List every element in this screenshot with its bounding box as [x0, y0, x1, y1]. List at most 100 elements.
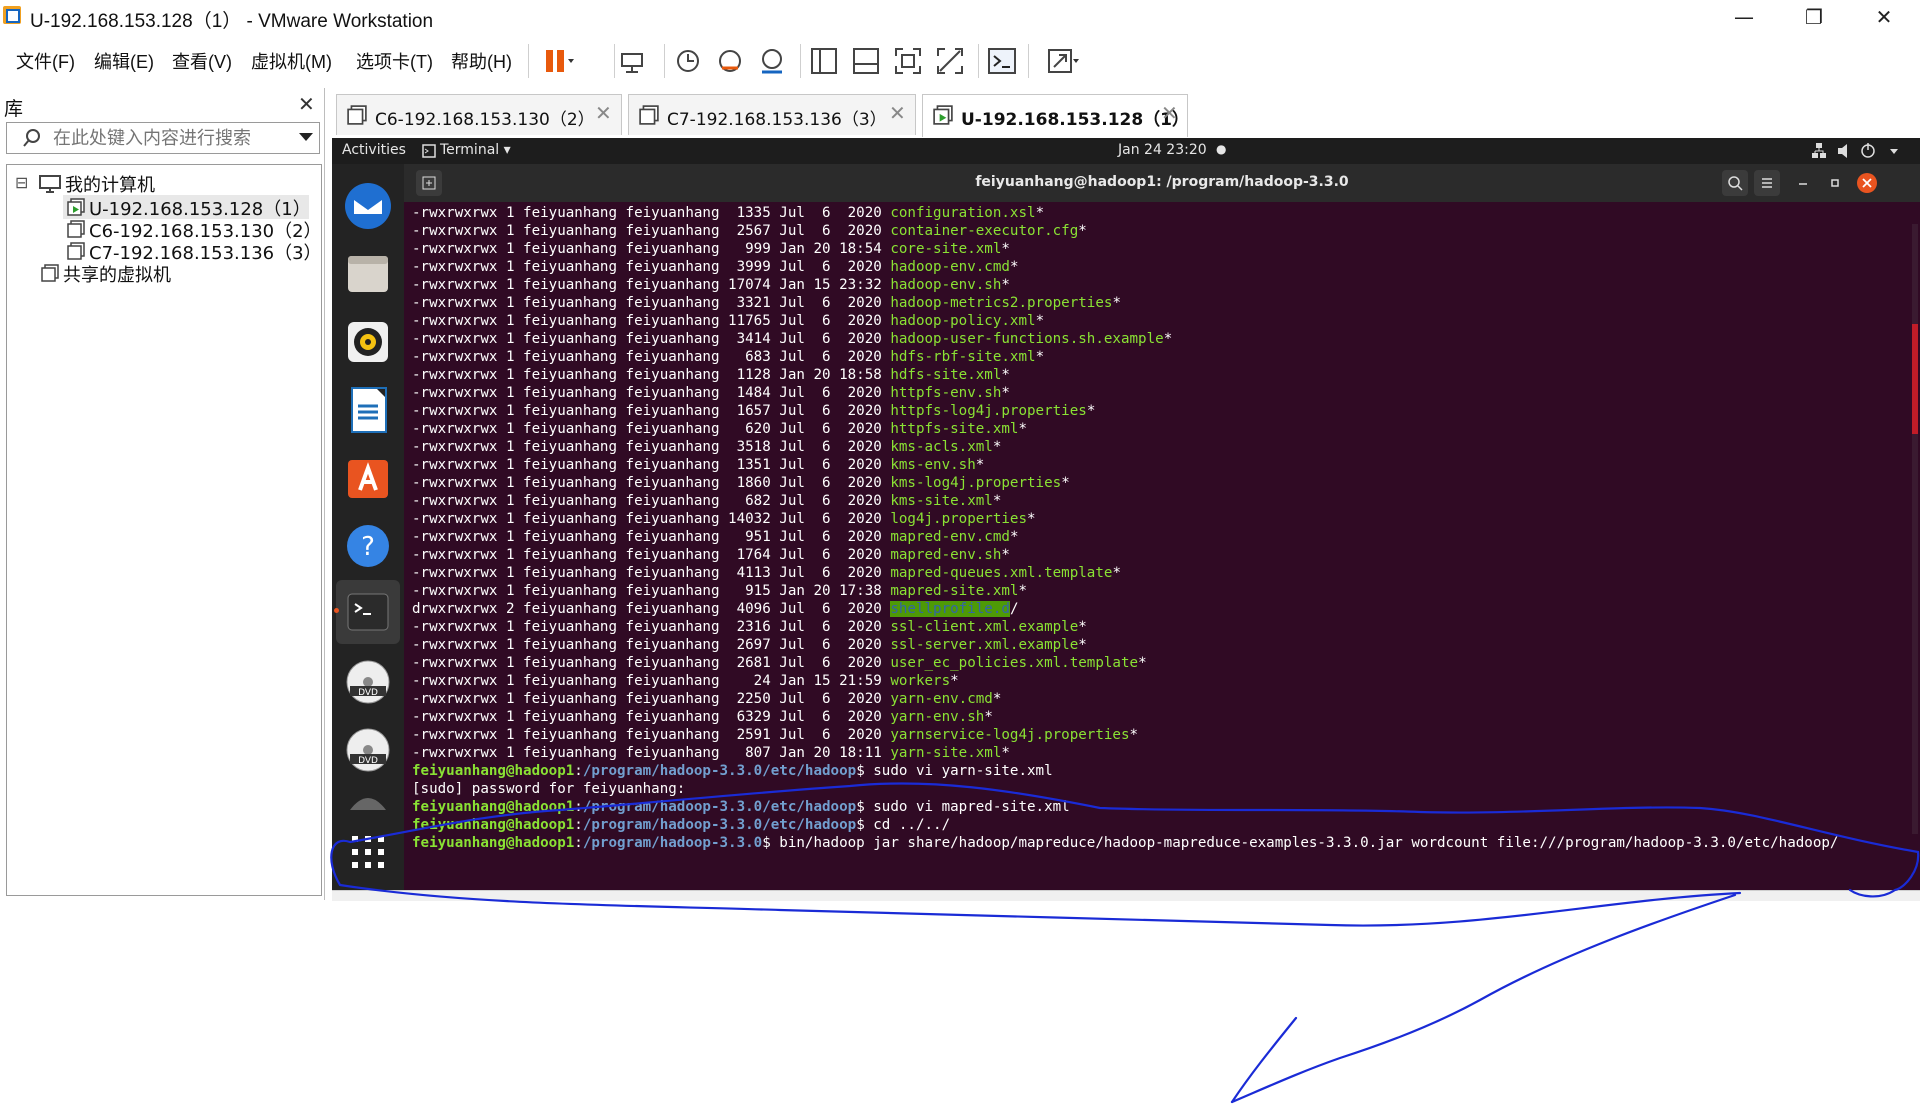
search-dropdown-arrow-icon[interactable] — [299, 133, 313, 141]
terminal-output[interactable]: -rwxrwxrwx 1 feiyuanhang feiyuanhang 133… — [412, 204, 1902, 854]
rhythmbox-icon[interactable] — [342, 316, 394, 368]
system-tray[interactable] — [1812, 141, 1908, 161]
tree-vm-c6[interactable]: C6-192.168.153.130（2） — [63, 217, 322, 242]
terminal-line: -rwxrwxrwx 1 feiyuanhang feiyuanhang 165… — [412, 402, 1902, 420]
file-name: mapred-site.xml — [890, 583, 1019, 599]
close-icon[interactable] — [1856, 172, 1878, 194]
close-window-button[interactable]: ✕ — [1852, 0, 1916, 34]
output-text: * output "export" — [412, 853, 566, 854]
vm-running-icon — [933, 105, 953, 125]
prompt-path: /program/hadoop-3.3.0 — [582, 835, 763, 851]
activities-button[interactable]: Activities — [342, 142, 406, 158]
shared-vm-icon — [41, 264, 59, 282]
tree-vm-u128[interactable]: U-192.168.153.128（1） — [63, 195, 311, 220]
terminal-app-icon — [422, 144, 436, 158]
terminal-header-bar: feiyuanhang@hadoop1: /program/hadoop-3.3… — [404, 164, 1920, 202]
menu-tabs[interactable]: 选项卡(T) — [356, 48, 433, 74]
show-applications-icon[interactable] — [342, 826, 394, 878]
file-name: hadoop-env.sh — [890, 277, 1002, 293]
snapshot-manager-icon[interactable] — [754, 44, 790, 78]
terminal-line: feiyuanhang@hadoop1:/program/hadoop-3.3.… — [412, 798, 1902, 816]
scrollbar-thumb[interactable] — [1912, 324, 1918, 434]
fullscreen-icon[interactable] — [890, 44, 926, 78]
library-search — [6, 122, 320, 154]
file-type-suffix: * — [1061, 475, 1070, 491]
tab-c7[interactable]: C7-192.168.153.136（3） ✕ — [628, 94, 916, 135]
file-name: ssl-server.xml.example — [890, 637, 1079, 653]
tree-shared-label: 共享的虚拟机 — [63, 265, 171, 286]
file-name: container-executor.cfg — [890, 223, 1079, 239]
file-meta: -rwxrwxrwx 1 feiyuanhang feiyuanhang 620… — [412, 421, 891, 437]
library-close-button[interactable]: ✕ — [298, 92, 315, 116]
snapshot-icon[interactable] — [670, 44, 706, 78]
file-type-suffix: * — [1112, 565, 1121, 581]
notification-dot: ● — [1216, 142, 1227, 156]
console-bottom-border — [332, 890, 1920, 901]
file-name: yarn-site.xml — [890, 745, 1002, 761]
library-search-input[interactable] — [51, 126, 275, 150]
file-name: kms-acls.xml — [890, 439, 993, 455]
file-name: mapred-queues.xml.template — [890, 565, 1113, 581]
dvd-icon[interactable]: DVD — [342, 724, 394, 776]
maximize-icon[interactable] — [1828, 176, 1842, 190]
terminal-icon[interactable] — [342, 586, 394, 638]
clock[interactable]: Jan 24 23:20 — [1118, 142, 1207, 158]
terminal-line: feiyuanhang@hadoop1:/program/hadoop-3.3.… — [412, 816, 1902, 834]
file-meta: -rwxrwxrwx 1 feiyuanhang feiyuanhang 683… — [412, 349, 891, 365]
menu-vm[interactable]: 虚拟机(M) — [251, 48, 332, 74]
ubuntu-software-icon[interactable] — [342, 452, 394, 504]
tab-close-button[interactable]: ✕ — [595, 101, 612, 125]
vm-console[interactable]: Activities Terminal ▾ Jan 24 23:20 ● ? D… — [332, 138, 1920, 890]
title-bar: U-192.168.153.128（1） - VMware Workstatio… — [0, 0, 1932, 34]
terminal-line: -rwxrwxrwx 1 feiyuanhang feiyuanhang 256… — [412, 222, 1902, 240]
prompt-separator: : — [574, 835, 583, 851]
help-icon[interactable]: ? — [342, 520, 394, 572]
send-keys-icon[interactable] — [614, 44, 650, 78]
unity-mode-icon[interactable] — [932, 44, 968, 78]
revert-snapshot-icon[interactable] — [712, 44, 748, 78]
tab-u128[interactable]: U-192.168.153.128（1） ✕ — [922, 94, 1189, 137]
terminal-scrollbar[interactable] — [1912, 224, 1918, 834]
tab-close-button[interactable]: ✕ — [889, 101, 906, 125]
tree-my-computer[interactable]: 我的计算机 — [65, 171, 155, 197]
stretch-icon[interactable] — [1044, 44, 1080, 78]
app-menu[interactable]: Terminal ▾ — [440, 142, 511, 158]
minimize-icon[interactable] — [1796, 176, 1810, 190]
restore-button[interactable]: ❐ — [1782, 0, 1846, 34]
dvd-icon[interactable]: DVD — [342, 656, 394, 708]
minimize-button[interactable]: — — [1712, 0, 1776, 34]
file-name: kms-site.xml — [890, 493, 993, 509]
file-type-suffix: * — [950, 673, 959, 689]
file-type-suffix: * — [1009, 529, 1019, 545]
menu-view[interactable]: 查看(V) — [172, 48, 232, 74]
terminal-window[interactable]: feiyuanhang@hadoop1: /program/hadoop-3.3… — [404, 164, 1920, 890]
file-meta: -rwxrwxrwx 1 feiyuanhang feiyuanhang 133… — [412, 205, 891, 221]
file-meta: -rwxrwxrwx 1 feiyuanhang feiyuanhang 256… — [412, 223, 891, 239]
prompt-user: feiyuanhang@hadoop1 — [412, 835, 575, 851]
menu-help[interactable]: 帮助(H) — [451, 48, 512, 74]
libreoffice-writer-icon[interactable] — [342, 384, 394, 436]
pause-icon[interactable] — [540, 44, 576, 78]
tab-close-button[interactable]: ✕ — [1161, 101, 1178, 125]
tree-shared-vms[interactable]: 共享的虚拟机 — [37, 261, 307, 286]
thunderbird-icon[interactable] — [342, 180, 394, 232]
file-type-suffix: * — [1112, 295, 1121, 311]
files-icon[interactable] — [342, 248, 394, 300]
terminal-line: drwxrwxrwx 2 feiyuanhang feiyuanhang 409… — [412, 600, 1902, 618]
tab-c6[interactable]: C6-192.168.153.130（2） ✕ — [336, 94, 622, 135]
library-view-icon[interactable] — [806, 44, 842, 78]
menu-edit[interactable]: 编辑(E) — [94, 48, 154, 74]
tree-vm-c7[interactable]: C7-192.168.153.136（3） — [63, 239, 322, 264]
menu-file[interactable]: 文件(F) — [16, 48, 75, 74]
file-meta: -rwxrwxrwx 1 feiyuanhang feiyuanhang 332… — [412, 295, 891, 311]
tree-collapse-icon[interactable]: ⊟ — [15, 173, 28, 192]
file-name: hadoop-env.cmd — [890, 259, 1010, 275]
console-view-icon[interactable] — [984, 44, 1020, 78]
file-name: hadoop-user-functions.sh.example — [890, 331, 1164, 347]
file-name: hadoop-policy.xml — [890, 313, 1036, 329]
thumbnail-view-icon[interactable] — [848, 44, 884, 78]
terminal-menu-button[interactable] — [1754, 170, 1780, 196]
terminal-search-button[interactable] — [1722, 170, 1748, 196]
file-meta: -rwxrwxrwx 1 feiyuanhang feiyuanhang 186… — [412, 475, 891, 491]
trash-icon[interactable] — [342, 792, 394, 810]
